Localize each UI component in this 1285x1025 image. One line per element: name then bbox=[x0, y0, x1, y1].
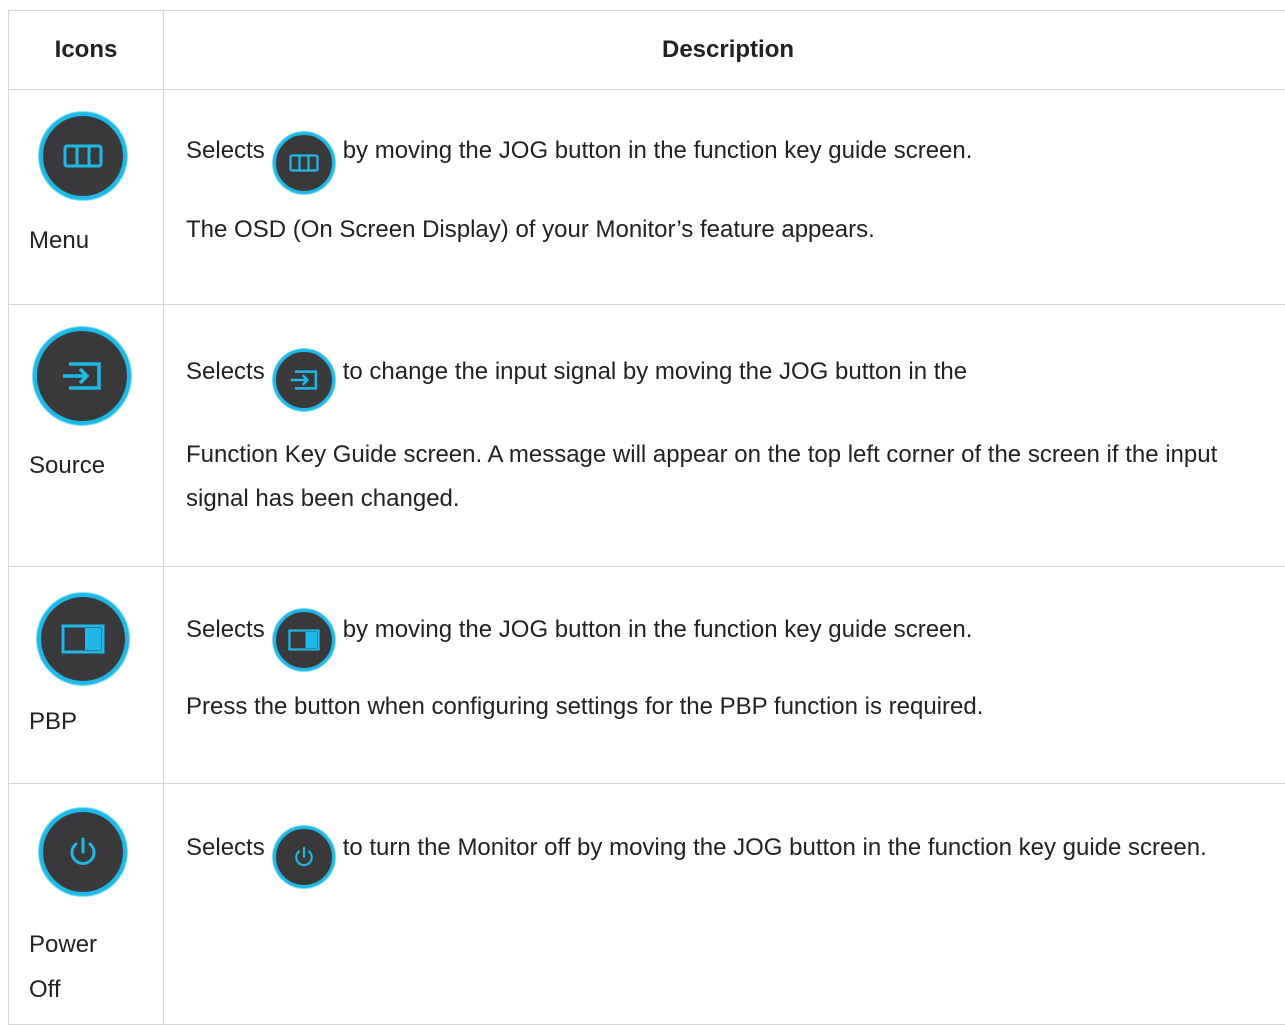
menu-grid-icon bbox=[39, 112, 127, 200]
icon-cell: Menu bbox=[9, 90, 164, 305]
icon-cell: Source bbox=[9, 305, 164, 567]
description-line: Press the button when configuring settin… bbox=[186, 691, 1262, 723]
source-input-icon bbox=[33, 327, 131, 425]
description-cell: Selects by moving the JOG button in the … bbox=[164, 567, 1285, 784]
description-line: Selects by moving the JOG button in the … bbox=[186, 609, 1262, 671]
table-row-source: Source Selects to change the input signa… bbox=[9, 305, 1285, 567]
table-header-row: Icons Description bbox=[9, 11, 1285, 90]
description-text: Selects bbox=[186, 358, 265, 385]
description-text: by moving the JOG button in the function… bbox=[343, 137, 973, 164]
icon-label-line: Off bbox=[29, 967, 163, 1012]
description-text: Selects bbox=[186, 137, 265, 164]
menu-grid-icon bbox=[273, 132, 335, 194]
icon-cell: PBP bbox=[9, 567, 164, 784]
source-input-icon bbox=[273, 349, 335, 411]
icon-label-line: Power bbox=[29, 922, 163, 967]
icon-label: Source bbox=[29, 443, 163, 488]
description-text: Selects bbox=[186, 834, 265, 861]
icon-cell: Power Off bbox=[9, 784, 164, 1025]
description-text: Selects bbox=[186, 616, 265, 643]
description-line: Selects to turn the Monitor off by movin… bbox=[186, 826, 1262, 888]
table-row-pbp: PBP Selects by moving the JOG button in … bbox=[9, 567, 1285, 784]
icons-table: Icons Description Menu Selects bbox=[8, 10, 1285, 1025]
pbp-split-icon bbox=[273, 609, 335, 671]
description-line: Selects by moving the JOG button in the … bbox=[186, 132, 1262, 194]
table-row-power-off: Power Off Selects to turn the Monitor of… bbox=[9, 784, 1285, 1025]
description-text: to turn the Monitor off by moving the JO… bbox=[343, 834, 1207, 861]
description-cell: Selects to turn the Monitor off by movin… bbox=[164, 784, 1285, 1025]
description-line: The OSD (On Screen Display) of your Moni… bbox=[186, 214, 1262, 246]
power-icon bbox=[273, 826, 335, 888]
pbp-split-icon bbox=[37, 593, 129, 685]
description-line: Function Key Guide screen. A message wil… bbox=[186, 433, 1262, 521]
header-icons: Icons bbox=[9, 11, 164, 90]
table-row-menu: Menu Selects by moving the JOG button in… bbox=[9, 90, 1285, 305]
power-icon bbox=[39, 808, 127, 896]
description-text: by moving the JOG button in the function… bbox=[343, 616, 973, 643]
description-line: Selects to change the input signal by mo… bbox=[186, 349, 1262, 411]
description-text: to change the input signal by moving the… bbox=[343, 358, 967, 385]
header-description: Description bbox=[164, 11, 1285, 90]
icon-label: Menu bbox=[29, 218, 163, 263]
icon-label: PBP bbox=[29, 699, 163, 744]
description-cell: Selects by moving the JOG button in the … bbox=[164, 90, 1285, 305]
description-cell: Selects to change the input signal by mo… bbox=[164, 305, 1285, 567]
